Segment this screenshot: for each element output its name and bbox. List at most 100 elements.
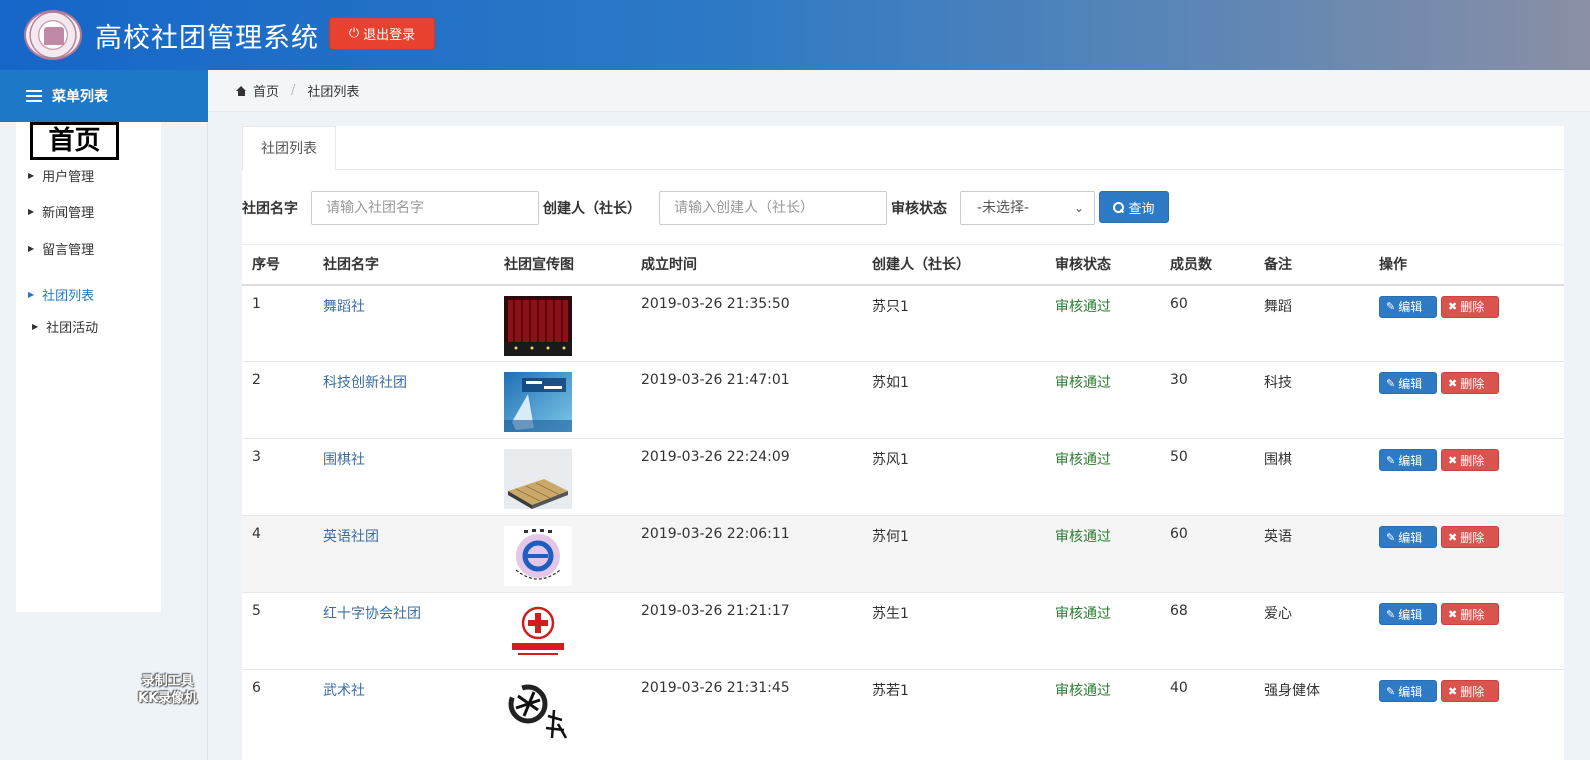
sidebar-item-label: 用户管理: [42, 170, 95, 185]
cell-creator: 苏只1: [862, 284, 1045, 362]
cell-founded: 2019-03-26 21:35:50: [631, 284, 862, 362]
delete-label: 删除: [1460, 376, 1485, 391]
delete-label: 删除: [1460, 530, 1485, 545]
col-header: 序号: [242, 244, 313, 286]
cell-index: 1: [242, 284, 313, 362]
pencil-icon: ✎: [1386, 453, 1396, 467]
cell-index: 3: [242, 438, 313, 516]
sidebar-home-label[interactable]: 首页: [30, 122, 119, 160]
cell-creator: 苏生1: [862, 592, 1045, 670]
cell-note: 爱心: [1254, 592, 1369, 670]
delete-button[interactable]: ✖ 删除: [1441, 372, 1499, 394]
cell-status: 审核通过: [1045, 438, 1160, 516]
cell-creator: 苏何1: [862, 515, 1045, 593]
edit-label: 编辑: [1398, 530, 1423, 545]
delete-label: 删除: [1460, 607, 1485, 622]
col-header: 操作: [1369, 244, 1564, 286]
club-name-link[interactable]: 武术社: [323, 683, 365, 699]
status-select-value: -未选择-: [977, 200, 1030, 216]
club-name-link[interactable]: 围棋社: [323, 452, 365, 468]
query-label: 查询: [1128, 201, 1155, 217]
cell-note: 围棋: [1254, 438, 1369, 516]
app-title: 高校社团管理系统: [95, 23, 319, 54]
delete-button[interactable]: ✖ 删除: [1441, 526, 1499, 548]
power-icon: ⏻: [348, 26, 360, 41]
go-board-image: [504, 449, 572, 509]
delete-label: 删除: [1460, 684, 1485, 699]
club-name-link[interactable]: 英语社团: [323, 529, 379, 545]
breadcrumb-current: 社团列表: [307, 85, 360, 100]
caret-right-icon: ▶: [28, 290, 35, 299]
pencil-icon: ✎: [1386, 300, 1396, 313]
close-icon: ✖: [1448, 530, 1458, 544]
col-header: 备注: [1254, 244, 1369, 286]
col-header: 成员数: [1160, 244, 1254, 286]
watermark-line-2: KK录像机: [138, 691, 198, 706]
delete-label: 删除: [1460, 300, 1485, 314]
club-table: 序号 社团名字 社团宣传图 成立时间 创建人（社长） 审核状态 成员数 备注 操…: [242, 244, 1564, 747]
delete-button[interactable]: ✖ 删除: [1441, 603, 1499, 625]
edit-button[interactable]: ✎ 编辑: [1379, 295, 1437, 318]
club-name-input[interactable]: [311, 191, 539, 225]
caret-right-icon: ▶: [32, 322, 39, 331]
cell-note: 强身健体: [1254, 669, 1369, 747]
cell-members: 30: [1160, 361, 1254, 439]
red-cross-logo-image: [504, 603, 572, 663]
english-logo-image: [504, 526, 572, 586]
cell-index: 6: [242, 669, 313, 747]
cell-note: 科技: [1254, 361, 1369, 439]
status-select[interactable]: -未选择- ⌄: [960, 191, 1095, 225]
sidebar-item-news[interactable]: ▶ 新闻管理: [28, 202, 94, 221]
search-icon: [1113, 201, 1125, 213]
cell-status: 审核通过: [1045, 669, 1160, 747]
cell-status: 审核通过: [1045, 592, 1160, 670]
list-icon: [26, 90, 42, 102]
cell-creator: 苏若1: [862, 669, 1045, 747]
club-name-link[interactable]: 科技创新社团: [323, 375, 407, 391]
edit-button[interactable]: ✎ 编辑: [1379, 449, 1437, 471]
tab-club-list[interactable]: 社团列表: [242, 126, 336, 171]
col-header: 成立时间: [631, 244, 862, 286]
close-icon: ✖: [1448, 453, 1458, 467]
menu-header: 菜单列表: [0, 70, 208, 122]
edit-button[interactable]: ✎ 编辑: [1379, 372, 1437, 394]
edit-button[interactable]: ✎ 编辑: [1379, 526, 1437, 548]
delete-button[interactable]: ✖ 删除: [1441, 680, 1499, 702]
club-name-label: 社团名字: [242, 201, 298, 217]
panel-tabs: 社团列表: [242, 126, 1564, 171]
logout-button[interactable]: ⏻ 退出登录: [329, 17, 435, 50]
sidebar-item-club-list[interactable]: ▶ 社团列表: [28, 285, 94, 304]
creator-input[interactable]: [659, 191, 887, 225]
col-header: 社团宣传图: [494, 244, 631, 286]
club-name-link[interactable]: 红十字协会社团: [323, 606, 421, 622]
cell-founded: 2019-03-26 21:47:01: [631, 361, 862, 439]
query-button[interactable]: 查询: [1099, 191, 1169, 223]
caret-right-icon: ▶: [28, 244, 35, 253]
delete-button[interactable]: ✖ 删除: [1441, 295, 1499, 318]
cell-index: 2: [242, 361, 313, 439]
table-row: 5 红十字协会社团 2019-03-26 21:21:17 苏生1 审核通过 6…: [242, 592, 1564, 670]
cell-note: 舞蹈: [1254, 284, 1369, 362]
breadcrumb: 首页 / 社团列表: [208, 70, 1590, 112]
edit-button[interactable]: ✎ 编辑: [1379, 680, 1437, 702]
edit-button[interactable]: ✎ 编辑: [1379, 603, 1437, 625]
table-row: 4 英语社团 2019-03-26 22:06:11 苏何1 审核通过 60 英…: [242, 515, 1564, 593]
cell-note: 英语: [1254, 515, 1369, 593]
table-row: 6 武术社 2019-03-26 21:31:45 苏若1 审核通过 40 强身…: [242, 669, 1564, 747]
col-header: 创建人（社长）: [862, 244, 1045, 286]
club-name-link[interactable]: 舞蹈社: [323, 299, 365, 315]
table-header-row: 序号 社团名字 社团宣传图 成立时间 创建人（社长） 审核状态 成员数 备注 操…: [242, 244, 1564, 286]
cell-founded: 2019-03-26 21:31:45: [631, 669, 862, 747]
edit-label: 编辑: [1398, 376, 1423, 391]
sidebar-item-users[interactable]: ▶ 用户管理: [28, 166, 94, 185]
breadcrumb-home[interactable]: 首页: [253, 81, 279, 100]
stage-curtain-image: [504, 295, 572, 356]
delete-button[interactable]: ✖ 删除: [1441, 449, 1499, 471]
sidebar-item-messages[interactable]: ▶ 留言管理: [28, 239, 94, 258]
caret-right-icon: ▶: [28, 171, 35, 180]
sidebar-item-club-activities[interactable]: ▶ 社团活动: [32, 317, 98, 336]
sidebar-panel: [16, 122, 161, 612]
logout-label: 退出登录: [363, 28, 416, 43]
cell-members: 40: [1160, 669, 1254, 747]
edit-label: 编辑: [1398, 300, 1423, 314]
